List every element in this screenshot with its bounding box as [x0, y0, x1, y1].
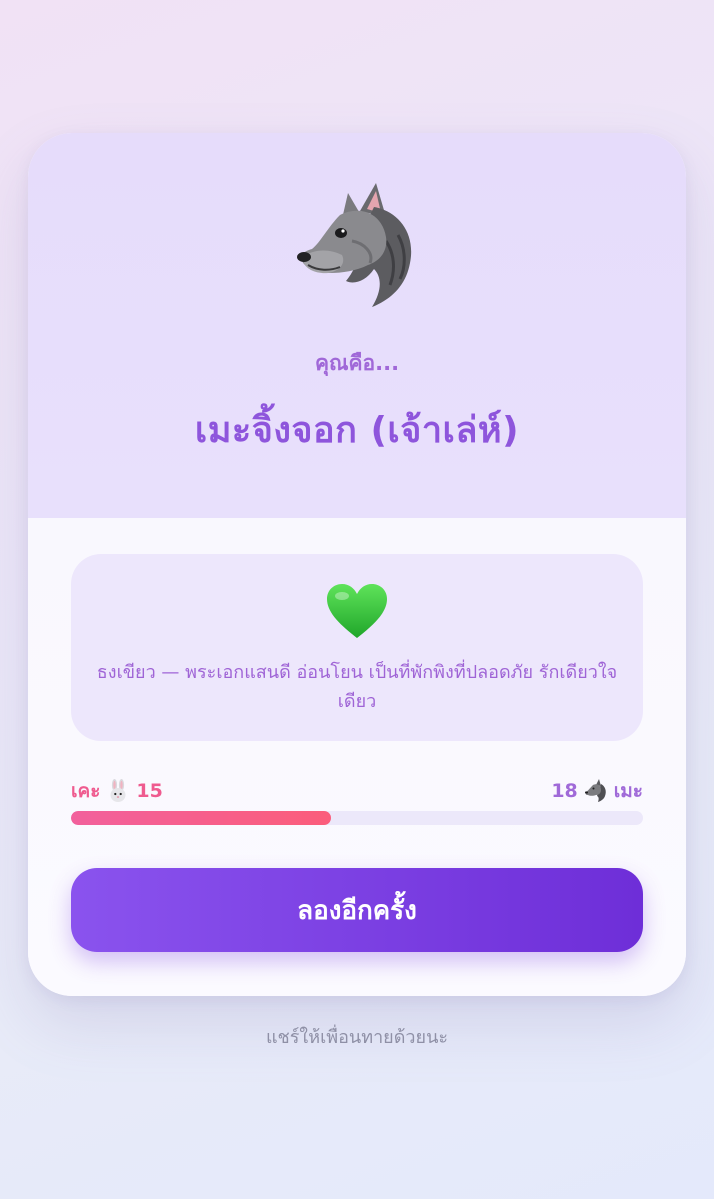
description-box: ธงเขียว — พระเอกแสนดี อ่อนโยน เป็นที่พัก… — [71, 554, 643, 741]
result-header: คุณคือ... เมะจิ้งจอก (เจ้าเล่ห์) — [28, 133, 686, 518]
result-card: คุณคือ... เมะจิ้งจอก (เจ้าเล่ห์) ธงเขียว… — [28, 133, 686, 996]
result-details: ธงเขียว — พระเอกแสนดี อ่อนโยน เป็นที่พัก… — [28, 518, 686, 996]
description-text: ธงเขียว — พระเอกแสนดี อ่อนโยน เป็นที่พัก… — [96, 662, 618, 712]
share-note: แชร์ให้เพื่อนทายด้วยนะ — [265, 1027, 449, 1048]
score-progress-fill — [71, 811, 332, 825]
wolf-icon — [297, 183, 412, 307]
score-uke-label: เคะ — [71, 780, 101, 802]
wolf-icon — [584, 779, 606, 802]
result-title: เมะจิ้งจอก (เจ้าเล่ห์) — [194, 410, 520, 451]
green-heart-icon — [327, 584, 387, 638]
score-uke-value: 15 — [136, 780, 163, 802]
score-seme: 18 เมะ — [551, 776, 643, 806]
score-uke: เคะ 15 — [71, 776, 163, 806]
score-seme-value: 18 — [551, 780, 578, 802]
score-seme-label: เมะ — [613, 780, 643, 802]
score-progress-bar — [71, 811, 643, 825]
score-row: เคะ 15 18 เมะ — [71, 776, 643, 806]
rabbit-icon — [110, 779, 126, 802]
result-intro-label: คุณคือ... — [314, 351, 400, 375]
retry-button[interactable]: ลองอีกครั้ง — [71, 868, 643, 952]
